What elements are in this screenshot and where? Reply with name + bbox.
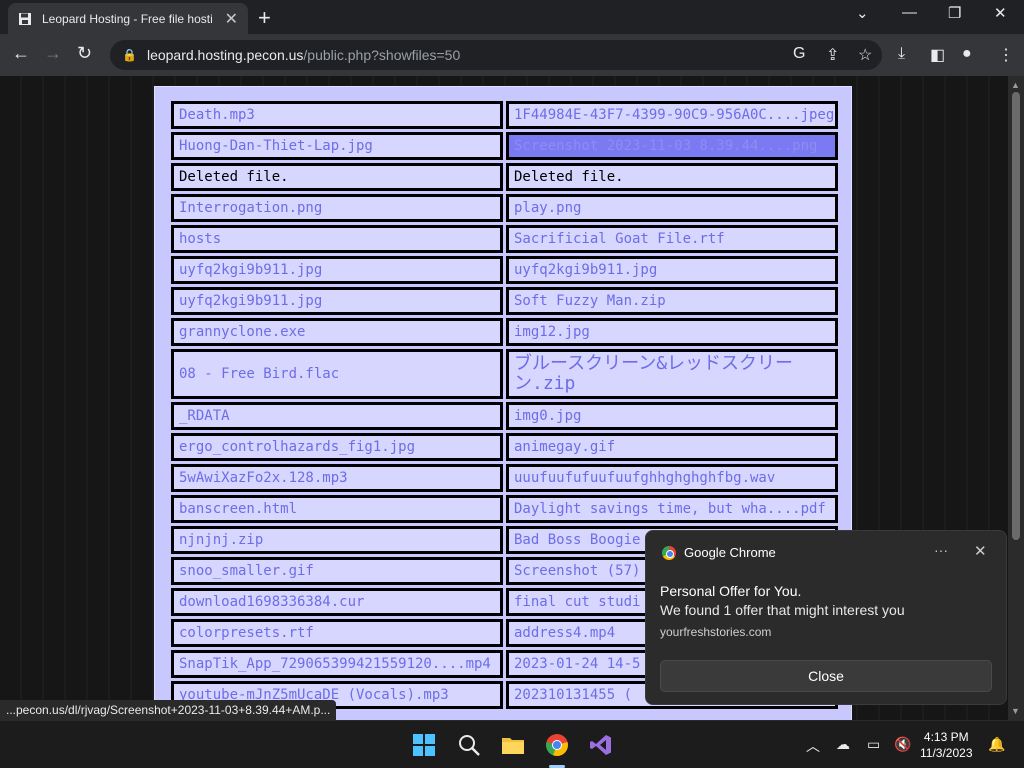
clock-time: 4:13 PM [923, 730, 969, 744]
chrome-taskbar-icon[interactable] [545, 733, 569, 757]
file-link[interactable]: njnjnj.zip [171, 526, 503, 554]
scroll-down-icon[interactable]: ▼ [1011, 706, 1020, 716]
file-link[interactable]: grannyclone.exe [171, 318, 503, 346]
file-link[interactable]: animegay.gif [506, 433, 838, 461]
file-link[interactable]: Interrogation.png [171, 194, 503, 222]
notification-bell-icon[interactable]: 🔔 [988, 736, 1005, 753]
new-tab-icon[interactable]: + [258, 5, 271, 31]
deleted-file-label: Deleted file. [506, 163, 838, 191]
file-link[interactable]: 1F44984E-43F7-4399-90C9-956A0C....jpeg [506, 101, 838, 129]
menu-icon[interactable]: ⋮ [998, 45, 1014, 65]
windows-start-icon[interactable] [412, 733, 436, 757]
more-options-icon[interactable]: ··· [934, 542, 948, 558]
scrollbar[interactable]: ▲ ▼ [1008, 76, 1024, 720]
file-link[interactable]: play.png [506, 194, 838, 222]
reload-icon[interactable]: ↻ [77, 43, 92, 64]
link-status-bar: ...pecon.us/dl/rjvag/Screenshot+2023-11-… [0, 700, 337, 720]
search-icon[interactable] [457, 733, 481, 757]
file-link[interactable]: uuufuufufuufuufghhghghghfbg.wav [506, 464, 838, 492]
restore-icon[interactable]: ❐ [948, 4, 961, 22]
file-link[interactable]: img0.jpg [506, 402, 838, 430]
tab-search-icon[interactable]: ⌄ [856, 4, 869, 22]
file-link[interactable]: uyfq2kgi9b911.jpg [506, 256, 838, 284]
file-link[interactable]: 5wAwiXazFo2x.128.mp3 [171, 464, 503, 492]
file-link[interactable]: ブルースクリーン&レッドスクリーン.zip [506, 349, 838, 399]
url-host: leopard.hosting.pecon.us [146, 47, 304, 63]
file-link[interactable]: SnapTik_App_729065399421559120....mp4 [171, 650, 503, 678]
chrome-notification: Google Chrome ··· ✕ Personal Offer for Y… [645, 530, 1007, 705]
tab-strip: Leopard Hosting - Free file hosti ✕ + ⌄ … [0, 0, 1024, 34]
file-link[interactable]: download1698336384.cur [171, 588, 503, 616]
bookmark-star-icon[interactable]: ☆ [858, 45, 872, 65]
file-link[interactable]: Death.mp3 [171, 101, 503, 129]
notification-close-button[interactable]: Close [660, 660, 992, 692]
browser-tab[interactable]: Leopard Hosting - Free file hosti ✕ [8, 3, 248, 34]
back-icon[interactable]: ← [12, 43, 30, 64]
volume-muted-icon[interactable]: 🔇 [894, 736, 911, 753]
minimize-icon[interactable]: — [902, 4, 917, 21]
address-bar[interactable]: 🔒 leopard.hosting.pecon.us/public.php?sh… [110, 40, 882, 70]
file-link[interactable]: Screenshot 2023-11-03 8.39.44....png [506, 132, 838, 160]
scroll-thumb[interactable] [1012, 92, 1020, 540]
forward-icon[interactable]: → [44, 43, 62, 64]
file-link[interactable]: Sacrificial Goat File.rtf [506, 225, 838, 253]
file-link[interactable]: uyfq2kgi9b911.jpg [171, 287, 503, 315]
scroll-up-icon[interactable]: ▲ [1011, 80, 1020, 90]
browser-toolbar: ← → ↻ 🔒 leopard.hosting.pecon.us/public.… [0, 34, 1024, 76]
file-link[interactable]: _RDATA [171, 402, 503, 430]
notification-title: Personal Offer for You. [660, 583, 802, 599]
file-link[interactable]: hosts [171, 225, 503, 253]
lock-icon[interactable]: 🔒 [122, 48, 137, 62]
file-link[interactable]: Daylight savings time, but wha....pdf [506, 495, 838, 523]
file-link[interactable]: colorpresets.rtf [171, 619, 503, 647]
clock-date: 11/3/2023 [920, 746, 973, 760]
visual-studio-icon[interactable] [589, 733, 613, 757]
chrome-icon [662, 545, 676, 560]
notification-source: yourfreshstories.com [660, 625, 772, 639]
tab-title: Leopard Hosting - Free file hosti [42, 11, 213, 26]
file-link[interactable]: img12.jpg [506, 318, 838, 346]
file-link[interactable]: banscreen.html [171, 495, 503, 523]
notification-body: We found 1 offer that might interest you [660, 602, 905, 618]
notification-app-name: Google Chrome [684, 545, 776, 560]
google-lens-icon[interactable]: G [793, 45, 805, 63]
system-clock[interactable]: 4:13 PM 11/3/2023 [920, 729, 973, 761]
side-panel-icon[interactable]: ◧ [930, 45, 945, 65]
deleted-file-label: Deleted file. [171, 163, 503, 191]
file-link[interactable]: Soft Fuzzy Man.zip [506, 287, 838, 315]
display-icon[interactable]: ▭ [867, 736, 880, 753]
floppy-disk-icon [19, 12, 31, 25]
file-link[interactable]: snoo_smaller.gif [171, 557, 503, 585]
file-link[interactable]: ergo_controlhazards_fig1.jpg [171, 433, 503, 461]
window-close-icon[interactable]: ✕ [994, 4, 1007, 22]
file-link[interactable]: Huong-Dan-Thiet-Lap.jpg [171, 132, 503, 160]
file-link[interactable]: 08 - Free Bird.flac [171, 349, 503, 399]
dismiss-icon[interactable]: ✕ [974, 542, 987, 560]
download-icon[interactable]: ⤓ [898, 45, 905, 63]
onedrive-icon[interactable]: ☁ [836, 736, 850, 753]
share-icon[interactable]: ⇪ [826, 45, 839, 65]
url-path: /public.php?showfiles=50 [303, 47, 461, 63]
taskbar: ︿ ☁ ▭ 🔇 4:13 PM 11/3/2023 🔔 [0, 720, 1024, 768]
close-tab-icon[interactable]: ✕ [225, 9, 238, 29]
tray-overflow-icon[interactable]: ︿ [806, 736, 820, 756]
file-explorer-icon[interactable] [501, 733, 525, 757]
profile-icon[interactable]: ● [962, 45, 972, 63]
file-link[interactable]: uyfq2kgi9b911.jpg [171, 256, 503, 284]
